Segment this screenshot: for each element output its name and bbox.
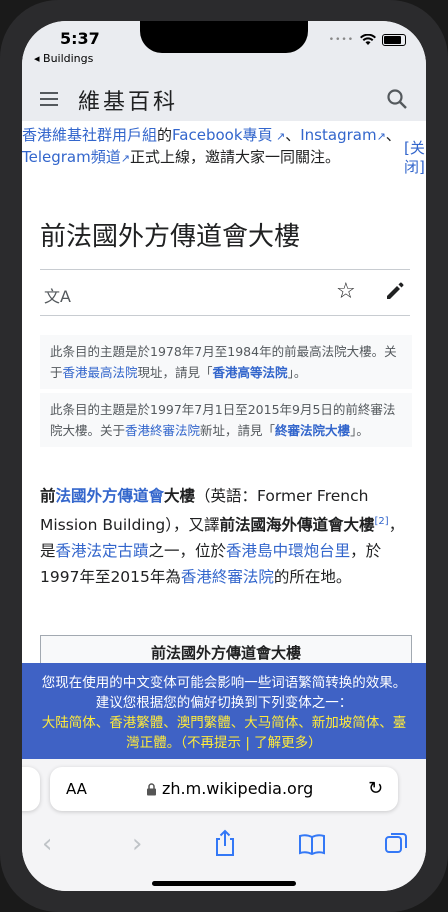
hatnote: 此条目的主題是於1978年7月至1984年的前最高法院大樓。关于香港最高法院現址… [40,335,412,389]
banner-close-link[interactable]: [关闭] [404,139,425,177]
hatnote-text: 新址，請見「 [200,423,276,438]
reference-link[interactable]: [2] [375,516,389,527]
external-link-icon: ↗ [376,130,386,143]
body-text: 的所在地。 [273,568,352,587]
status-time: 5:37 [60,29,100,48]
wiki-header: 維基百科 [22,79,426,121]
tabs-icon[interactable] [384,831,408,855]
bold-text: 前 [40,487,56,505]
article-link[interactable]: 香港島 [226,542,273,560]
hamburger-icon[interactable] [40,92,58,106]
home-indicator [152,881,296,886]
banner-text: 的 [157,126,173,144]
hatnote-text: 」。 [287,365,307,380]
banner-link-telegram[interactable]: Telegram頻道 [22,148,121,166]
screen: 5:37 ◂ Buildings •••• 維基百科 香港維基社群用戶組的Fac… [22,21,426,891]
wifi-icon [360,34,376,45]
article-link[interactable]: 法國外方傳道會 [56,487,165,505]
hatnote: 此条目的主題是於1997年7月1日至2015年9月5日的前終審法院大樓。关于香港… [40,393,412,447]
banner-link-facebook[interactable]: Facebook專頁 [172,126,272,144]
wiki-logo[interactable]: 維基百科 [78,84,178,116]
reader-settings-button[interactable]: AA [66,780,87,798]
battery-icon [382,34,406,46]
forward-icon[interactable]: › [132,829,142,859]
banner-text: 、 [385,126,401,144]
back-to-app-link[interactable]: ◂ Buildings [34,52,93,65]
hatnote-link[interactable]: 終審法院大樓 [275,423,350,438]
article-link[interactable]: 炮台里 [304,542,351,560]
article-link[interactable]: 香港終審法院 [181,568,274,586]
safari-bottom-bar: AA zh.m.wikipedia.org ↻ ‹ › [22,759,426,891]
search-icon[interactable] [386,88,408,110]
variant-notice: 您现在使用的中文变体可能会影响一些词语繁简转换的效果。建议您根据您的偏好切换到下… [22,663,426,759]
infobox-title: 前法國外方傳道會大樓 [150,644,301,662]
status-icons: •••• [329,34,406,46]
hatnote-text: 現址，請見「 [137,365,213,380]
hatnote-link[interactable]: 香港高等法院 [213,365,288,380]
page-title: 前法國外方傳道會大樓 [40,222,301,252]
bookmarks-icon[interactable] [298,833,326,855]
previous-tab-preview[interactable] [22,767,40,811]
variant-notice-text: 您现在使用的中文变体可能会影响一些词语繁简转换的效果。建议您根据您的偏好切换到下… [41,675,407,711]
reload-icon[interactable]: ↻ [368,778,383,799]
url-text[interactable]: zh.m.wikipedia.org [162,779,313,798]
address-bar[interactable]: AA zh.m.wikipedia.org ↻ [50,767,398,811]
banner-text: 正式上線，邀請大家一同關注。 [129,148,340,166]
phone-frame: 5:37 ◂ Buildings •••• 維基百科 香港維基社群用戶組的Fac… [0,0,448,912]
banner-link-usergroup[interactable]: 香港維基社群用戶組 [22,126,157,144]
hatnote-link[interactable]: 香港終審法院 [125,423,200,438]
body-text: 之一，位於 [148,542,227,561]
star-icon[interactable]: ☆ [336,279,356,304]
site-notice-banner: 香港維基社群用戶組的Facebook專頁 ↗、Instagram↗、Telegr… [22,125,426,176]
hatnote-text: 」。 [350,423,369,438]
external-link-icon: ↗ [120,152,130,165]
lead-paragraph: 前法國外方傳道會大樓（英語：Former French Mission Buil… [40,483,410,590]
divider [40,269,410,270]
share-icon[interactable] [214,829,236,857]
article-link[interactable]: 香港法定古蹟 [56,542,149,560]
hatnote-link[interactable]: 香港最高法院 [63,365,138,380]
edit-icon[interactable] [384,280,406,302]
safari-toolbar: ‹ › [22,825,426,865]
bold-text: 前法國海外傳道會大樓 [219,516,375,535]
notch [140,21,308,53]
lock-icon [147,783,156,796]
banner-text: 、 [285,126,301,144]
external-link-icon: ↗ [272,130,286,143]
article-link[interactable]: 中環 [273,542,304,560]
variant-notice-actions[interactable]: （不再提示 | 了解更多） [180,735,321,751]
banner-link-instagram[interactable]: Instagram [300,126,376,144]
translate-icon[interactable]: 文A [44,283,71,307]
divider [40,315,410,316]
back-icon[interactable]: ‹ [42,829,52,859]
bold-text: 大樓 [164,487,196,505]
signal-dots-icon: •••• [328,35,354,45]
